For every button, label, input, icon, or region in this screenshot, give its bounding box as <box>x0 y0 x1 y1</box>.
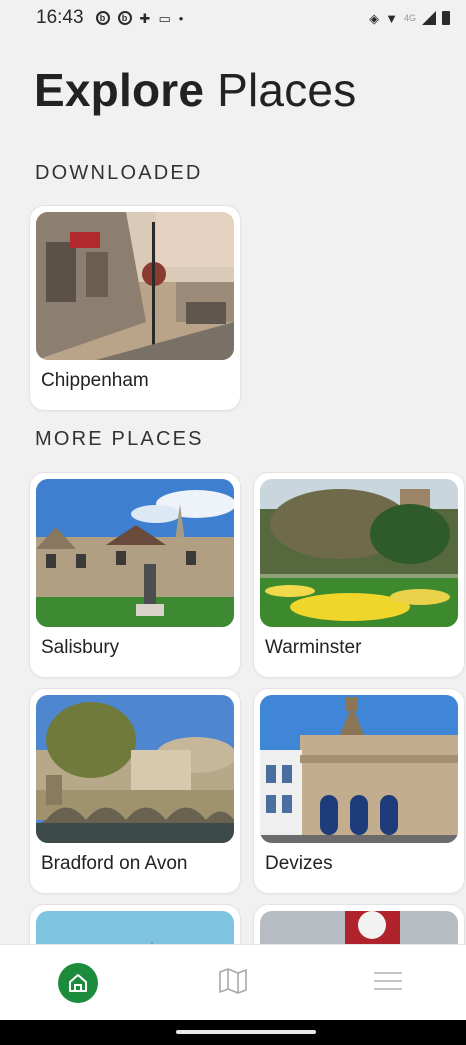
place-photo <box>36 695 234 843</box>
place-name: Salisbury <box>41 637 120 658</box>
section-heading-more-places: MORE PLACES <box>35 428 204 450</box>
notification-icon: b <box>117 11 132 25</box>
home-icon <box>57 963 98 1003</box>
signal-icon <box>422 11 436 25</box>
page-title: Explore Places <box>34 62 356 118</box>
place-name: Bradford on Avon <box>41 853 188 874</box>
nav-map-button[interactable] <box>203 953 263 1013</box>
place-photo <box>260 479 458 627</box>
place-name: Warminster <box>265 637 362 658</box>
vibrate-icon: ◈ <box>369 10 380 26</box>
battery-icon <box>442 11 450 25</box>
home-gesture-handle[interactable] <box>176 1030 316 1034</box>
wifi-icon: ▼ <box>385 10 398 26</box>
network-type-label: 4G <box>403 13 416 23</box>
place-card-devizes[interactable]: Devizes <box>254 689 464 893</box>
place-photo <box>36 479 234 627</box>
status-time: 16:43 <box>36 7 84 28</box>
menu-icon <box>374 971 403 996</box>
nav-menu-button[interactable] <box>358 953 418 1013</box>
section-heading-downloaded: DOWNLOADED <box>35 162 203 184</box>
map-icon <box>218 967 248 999</box>
notification-icon: b <box>95 11 110 25</box>
place-name: Devizes <box>265 853 333 874</box>
place-name: Chippenham <box>41 370 149 391</box>
nav-home-button[interactable] <box>48 953 108 1013</box>
page-title-bold: Explore <box>34 64 205 116</box>
notification-icon: ✚ <box>139 10 151 26</box>
more-notifications-icon: • <box>178 10 184 26</box>
place-card-salisbury[interactable]: Salisbury <box>30 473 240 677</box>
status-bar: 16:43 b b ✚ ▭ • ◈ ▼ 4G <box>0 0 466 36</box>
page-title-light: Places <box>217 64 357 116</box>
place-card-chippenham[interactable]: Chippenham <box>30 206 240 410</box>
place-photo <box>260 695 458 843</box>
place-photo <box>36 212 234 360</box>
message-icon: ▭ <box>158 10 171 26</box>
place-card-warminster[interactable]: Warminster <box>254 473 464 677</box>
system-gesture-bar <box>0 1020 466 1045</box>
bottom-navigation <box>0 944 466 1021</box>
place-card-bradford-on-avon[interactable]: Bradford on Avon <box>30 689 240 893</box>
